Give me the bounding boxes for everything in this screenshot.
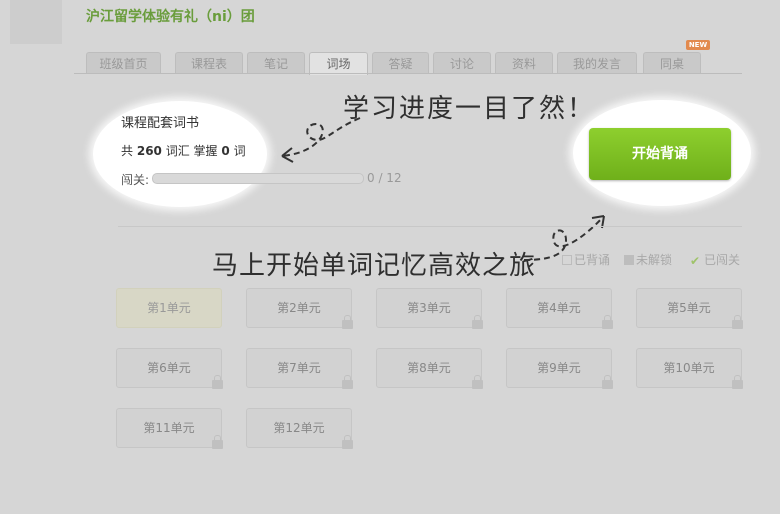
lock-icon: [212, 375, 223, 389]
legend-recited: 已背诵: [562, 251, 610, 268]
word-stats: 共 260 词汇 掌握 0 词: [121, 142, 246, 159]
lock-icon: [624, 255, 634, 265]
legend-locked-label: 未解锁: [636, 253, 673, 267]
level-label: 闯关:: [121, 173, 150, 187]
unit-tile[interactable]: 第8单元: [376, 348, 482, 388]
course-book-title: 课程配套词书: [121, 116, 200, 131]
tab-schedule[interactable]: 课程表: [175, 52, 243, 74]
unit-tile[interactable]: 第12单元: [246, 408, 352, 448]
tab-divider: [74, 73, 742, 74]
tab-word-field[interactable]: 词场: [309, 52, 368, 75]
tab-my-posts[interactable]: 我的发言: [557, 52, 637, 74]
lock-icon: [732, 375, 743, 389]
level-progress-text: 0 / 12: [367, 171, 402, 185]
mastered-count: 0: [221, 144, 230, 158]
tab-class-home[interactable]: 班级首页: [86, 52, 161, 74]
legend-locked: 未解锁: [624, 251, 672, 268]
unit-tile[interactable]: 第6单元: [116, 348, 222, 388]
lock-icon: [342, 315, 353, 329]
tab-qa[interactable]: 答疑: [372, 52, 429, 74]
unit-tile[interactable]: 第9单元: [506, 348, 612, 388]
unit-tile[interactable]: 第7单元: [246, 348, 352, 388]
legend-passed: ✔ 已闯关: [690, 251, 740, 268]
stats-words-label: 词汇 掌握: [165, 144, 218, 158]
unit-tile[interactable]: 第11单元: [116, 408, 222, 448]
unit-tile[interactable]: 第10单元: [636, 348, 742, 388]
lock-icon: [602, 375, 613, 389]
class-title[interactable]: 沪江留学体验有礼（ni）团: [86, 6, 255, 26]
legend-passed-label: 已闯关: [704, 253, 741, 267]
annotation-progress: 学习进度一目了然！: [343, 94, 596, 124]
annotation-start: 马上开始单词记忆高效之旅: [212, 251, 537, 281]
unit-tile[interactable]: 第1单元: [116, 288, 222, 328]
check-icon: ✔: [690, 254, 701, 268]
unit-tile[interactable]: 第4单元: [506, 288, 612, 328]
lock-icon: [472, 315, 483, 329]
tab-deskmate[interactable]: 同桌: [643, 52, 701, 74]
start-reciting-button[interactable]: 开始背诵: [589, 128, 731, 180]
lock-icon: [342, 435, 353, 449]
lock-icon: [212, 435, 223, 449]
legend-recited-label: 已背诵: [574, 253, 611, 267]
word-count: 260: [136, 144, 162, 158]
lock-icon: [602, 315, 613, 329]
tab-notes[interactable]: 笔记: [247, 52, 305, 74]
tab-discussion[interactable]: 讨论: [433, 52, 491, 74]
stats-prefix: 共: [121, 144, 134, 158]
new-badge: NEW: [686, 40, 710, 50]
lock-icon: [472, 375, 483, 389]
section-divider: [118, 226, 742, 227]
tab-materials[interactable]: 资料: [495, 52, 553, 74]
unit-tile[interactable]: 第3单元: [376, 288, 482, 328]
avatar: [10, 0, 62, 44]
unit-tile[interactable]: 第5单元: [636, 288, 742, 328]
lock-icon: [342, 375, 353, 389]
lock-icon: [732, 315, 743, 329]
unit-tile[interactable]: 第2单元: [246, 288, 352, 328]
mastered-unit: 词: [233, 144, 246, 158]
level-progress-bar: [152, 173, 364, 184]
checkbox-icon: [562, 255, 572, 265]
arrow-to-progress-icon: [281, 117, 361, 163]
